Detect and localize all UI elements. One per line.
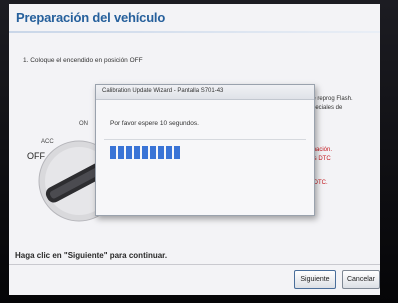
footer-divider <box>9 264 380 265</box>
ignition-label-acc: ACC <box>41 139 54 145</box>
wizard-window: Preparación del vehículo 1. Coloque el e… <box>9 4 380 295</box>
dialog-separator <box>104 139 306 140</box>
ignition-label-off: OFF <box>27 151 45 161</box>
progress-bar <box>110 146 300 159</box>
step-instruction: 1. Coloque el encendido en posición OFF <box>23 57 143 64</box>
next-button[interactable]: Siguiente <box>294 270 336 289</box>
ignition-label-on: ON <box>79 121 88 127</box>
calibration-dialog: Calibration Update Wizard - Pantalla S70… <box>95 84 315 216</box>
dialog-title: Calibration Update Wizard - Pantalla S70… <box>102 88 224 94</box>
footer-instruction: Haga clic en "Siguiente" para continuar. <box>15 251 168 260</box>
title-divider <box>9 31 380 33</box>
cancel-button[interactable]: Cancelar <box>342 270 380 289</box>
right-text-line-1: de reprog Flash. <box>309 96 353 102</box>
dialog-message: Por favor espere 10 segundos. <box>110 120 199 127</box>
progress-fill <box>110 146 180 159</box>
page-title: Preparación del vehículo <box>16 10 166 25</box>
dialog-titlebar[interactable]: Calibration Update Wizard - Pantalla S70… <box>96 85 314 100</box>
